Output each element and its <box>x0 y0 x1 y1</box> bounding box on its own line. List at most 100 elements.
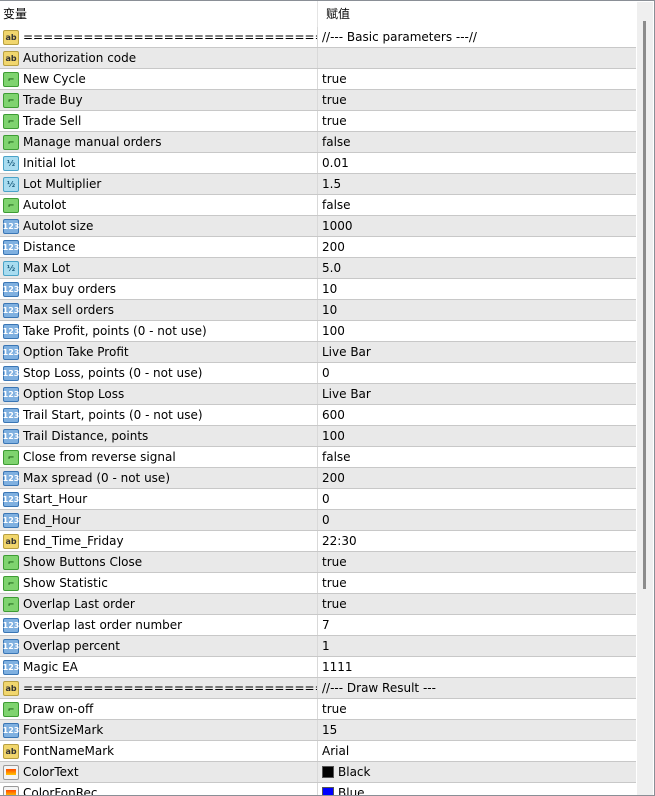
integer-icon: 123 <box>3 302 19 318</box>
table-row[interactable]: ab Authorization code <box>0 48 636 69</box>
value-cell[interactable]: 100 <box>318 426 636 446</box>
value-cell[interactable]: true <box>318 552 636 572</box>
variable-cell: 123 Stop Loss, points (0 - not use) <box>0 363 318 383</box>
table-row[interactable]: ab ==============================... //---… <box>0 678 636 699</box>
table-row[interactable]: 123 FontSizeMark 15 <box>0 720 636 741</box>
table-row[interactable]: 123 Start_Hour 0 <box>0 489 636 510</box>
value-cell[interactable]: 200 <box>318 237 636 257</box>
table-row[interactable]: 123 Overlap last order number 7 <box>0 615 636 636</box>
value-cell[interactable]: 0 <box>318 510 636 530</box>
variable-cell: 123 Option Take Profit <box>0 342 318 362</box>
value-cell[interactable]: 0.01 <box>318 153 636 173</box>
value-cell[interactable]: //--- Draw Result --- <box>318 678 636 698</box>
table-row[interactable]: ⌐ New Cycle true <box>0 69 636 90</box>
value-cell[interactable]: 200 <box>318 468 636 488</box>
value-cell[interactable]: true <box>318 111 636 131</box>
table-row[interactable]: ⌐ Trade Sell true <box>0 111 636 132</box>
value-cell[interactable]: 0 <box>318 489 636 509</box>
value-cell[interactable]: 0 <box>318 363 636 383</box>
bool-icon: ⌐ <box>3 554 19 570</box>
value-cell[interactable]: 22:30 <box>318 531 636 551</box>
value-text: false <box>322 135 351 149</box>
table-row[interactable]: ⌐ Draw on-off true <box>0 699 636 720</box>
table-row[interactable]: ab FontNameMark Arial <box>0 741 636 762</box>
table-row[interactable]: ⌐ Show Statistic true <box>0 573 636 594</box>
table-row[interactable]: 123 Option Take Profit Live Bar <box>0 342 636 363</box>
table-row[interactable]: ⌐ Autolot false <box>0 195 636 216</box>
value-cell[interactable]: Black <box>318 762 636 782</box>
table-row[interactable]: ½ Initial lot 0.01 <box>0 153 636 174</box>
value-cell[interactable]: false <box>318 132 636 152</box>
value-cell[interactable]: true <box>318 594 636 614</box>
vertical-scrollbar[interactable] <box>637 2 653 795</box>
table-row[interactable]: 123 Magic EA 1111 <box>0 657 636 678</box>
table-row[interactable]: ⌐ Show Buttons Close true <box>0 552 636 573</box>
value-cell[interactable]: 10 <box>318 279 636 299</box>
value-text: 1.5 <box>322 177 342 191</box>
value-cell[interactable]: Arial <box>318 741 636 761</box>
variable-cell: 123 Trail Distance, points <box>0 426 318 446</box>
value-cell[interactable]: 15 <box>318 720 636 740</box>
table-row[interactable]: 123 Take Profit, points (0 - not use) 100 <box>0 321 636 342</box>
table-row[interactable]: ⌐ Trade Buy true <box>0 90 636 111</box>
table-row[interactable]: ½ Max Lot 5.0 <box>0 258 636 279</box>
variable-name: Authorization code <box>23 51 137 65</box>
table-row[interactable]: 123 End_Hour 0 <box>0 510 636 531</box>
value-cell[interactable] <box>318 48 636 68</box>
value-cell[interactable]: 1111 <box>318 657 636 677</box>
table-row[interactable]: 123 Autolot size 1000 <box>0 216 636 237</box>
value-cell[interactable]: 1 <box>318 636 636 656</box>
value-text: 0 <box>322 366 330 380</box>
table-row[interactable]: ⌐ Overlap Last order true <box>0 594 636 615</box>
value-text: 22:30 <box>322 534 357 548</box>
value-cell[interactable]: 100 <box>318 321 636 341</box>
variable-name: Overlap last order number <box>23 618 183 632</box>
table-row[interactable]: ColorText Black <box>0 762 636 783</box>
value-cell[interactable]: 7 <box>318 615 636 635</box>
value-cell[interactable]: Live Bar <box>318 342 636 362</box>
variable-name: Trail Start, points (0 - not use) <box>23 408 203 422</box>
value-text: true <box>322 93 347 107</box>
table-row[interactable]: ColorFonRec Blue <box>0 783 636 795</box>
value-cell[interactable]: false <box>318 195 636 215</box>
table-row[interactable]: 123 Trail Distance, points 100 <box>0 426 636 447</box>
value-cell[interactable]: Blue <box>318 783 636 795</box>
variable-cell: ⌐ Autolot <box>0 195 318 215</box>
value-cell[interactable]: //--- Basic parameters ---// <box>318 27 636 47</box>
table-row[interactable]: ab End_Time_Friday 22:30 <box>0 531 636 552</box>
value-cell[interactable]: true <box>318 90 636 110</box>
column-header-value[interactable]: 赋值 <box>318 1 350 27</box>
column-header-variable[interactable]: 变量 <box>0 1 318 27</box>
double-icon: ½ <box>3 155 19 171</box>
value-cell[interactable]: true <box>318 573 636 593</box>
bool-icon: ⌐ <box>3 701 19 717</box>
value-cell[interactable]: 1000 <box>318 216 636 236</box>
table-row[interactable]: 123 Max spread (0 - not use) 200 <box>0 468 636 489</box>
table-row[interactable]: 123 Trail Start, points (0 - not use) 600 <box>0 405 636 426</box>
value-cell[interactable]: 600 <box>318 405 636 425</box>
table-row[interactable]: 123 Max buy orders 10 <box>0 279 636 300</box>
table-row[interactable]: ab ==============================... //---… <box>0 27 636 48</box>
value-cell[interactable]: true <box>318 69 636 89</box>
integer-icon: 123 <box>3 659 19 675</box>
variable-name: Manage manual orders <box>23 135 162 149</box>
table-row[interactable]: ⌐ Close from reverse signal false <box>0 447 636 468</box>
variable-cell: ½ Lot Multiplier <box>0 174 318 194</box>
value-cell[interactable]: true <box>318 699 636 719</box>
value-cell[interactable]: 10 <box>318 300 636 320</box>
scrollbar-thumb[interactable] <box>643 21 646 589</box>
value-text: true <box>322 597 347 611</box>
variable-name: Autolot size <box>23 219 94 233</box>
table-row[interactable]: 123 Max sell orders 10 <box>0 300 636 321</box>
value-cell[interactable]: false <box>318 447 636 467</box>
table-row[interactable]: 123 Overlap percent 1 <box>0 636 636 657</box>
table-row[interactable]: ⌐ Manage manual orders false <box>0 132 636 153</box>
table-row[interactable]: 123 Stop Loss, points (0 - not use) 0 <box>0 363 636 384</box>
value-cell[interactable]: 1.5 <box>318 174 636 194</box>
table-row[interactable]: ½ Lot Multiplier 1.5 <box>0 174 636 195</box>
value-cell[interactable]: Live Bar <box>318 384 636 404</box>
table-row[interactable]: 123 Option Stop Loss Live Bar <box>0 384 636 405</box>
value-cell[interactable]: 5.0 <box>318 258 636 278</box>
variable-name: Lot Multiplier <box>23 177 102 191</box>
table-row[interactable]: 123 Distance 200 <box>0 237 636 258</box>
